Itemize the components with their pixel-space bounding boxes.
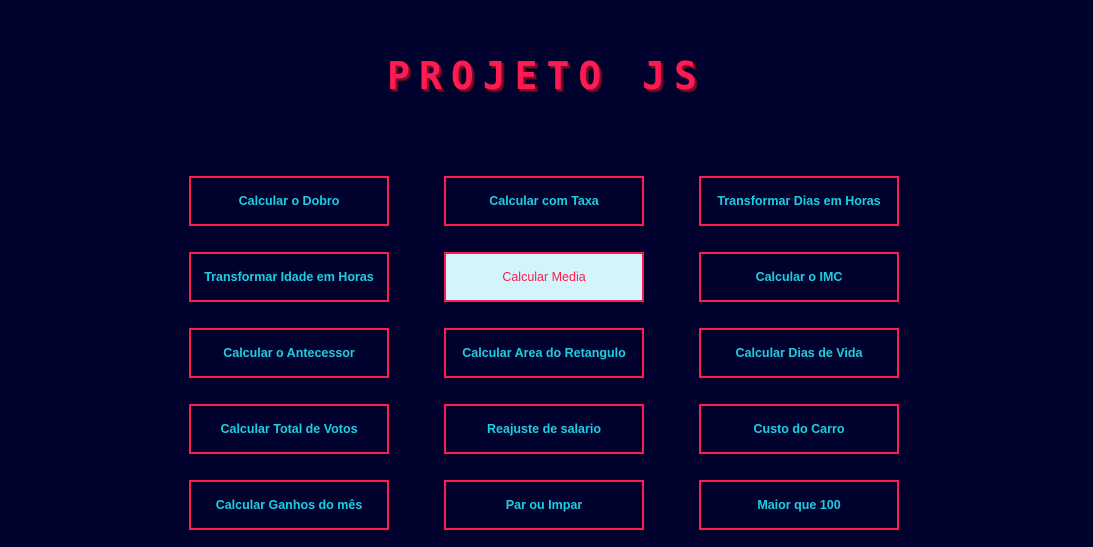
- page: PROJETO JS Calcular o Dobro Calcular com…: [0, 0, 1093, 547]
- calcular-media-button[interactable]: Calcular Media: [444, 252, 644, 302]
- dias-em-horas-button[interactable]: Transformar Dias em Horas: [699, 176, 899, 226]
- button-grid: Calcular o Dobro Calcular com Taxa Trans…: [189, 176, 899, 530]
- area-retangulo-button[interactable]: Calcular Area do Retangulo: [444, 328, 644, 378]
- calcular-imc-button[interactable]: Calcular o IMC: [699, 252, 899, 302]
- page-title: PROJETO JS: [387, 54, 706, 98]
- ganhos-mes-button[interactable]: Calcular Ganhos do mês: [189, 480, 389, 530]
- custo-carro-button[interactable]: Custo do Carro: [699, 404, 899, 454]
- reajuste-salario-button[interactable]: Reajuste de salario: [444, 404, 644, 454]
- total-votos-button[interactable]: Calcular Total de Votos: [189, 404, 389, 454]
- par-ou-impar-button[interactable]: Par ou Impar: [444, 480, 644, 530]
- calcular-dobro-button[interactable]: Calcular o Dobro: [189, 176, 389, 226]
- idade-em-horas-button[interactable]: Transformar Idade em Horas: [189, 252, 389, 302]
- calcular-antecessor-button[interactable]: Calcular o Antecessor: [189, 328, 389, 378]
- calcular-taxa-button[interactable]: Calcular com Taxa: [444, 176, 644, 226]
- dias-de-vida-button[interactable]: Calcular Dias de Vida: [699, 328, 899, 378]
- maior-que-100-button[interactable]: Maior que 100: [699, 480, 899, 530]
